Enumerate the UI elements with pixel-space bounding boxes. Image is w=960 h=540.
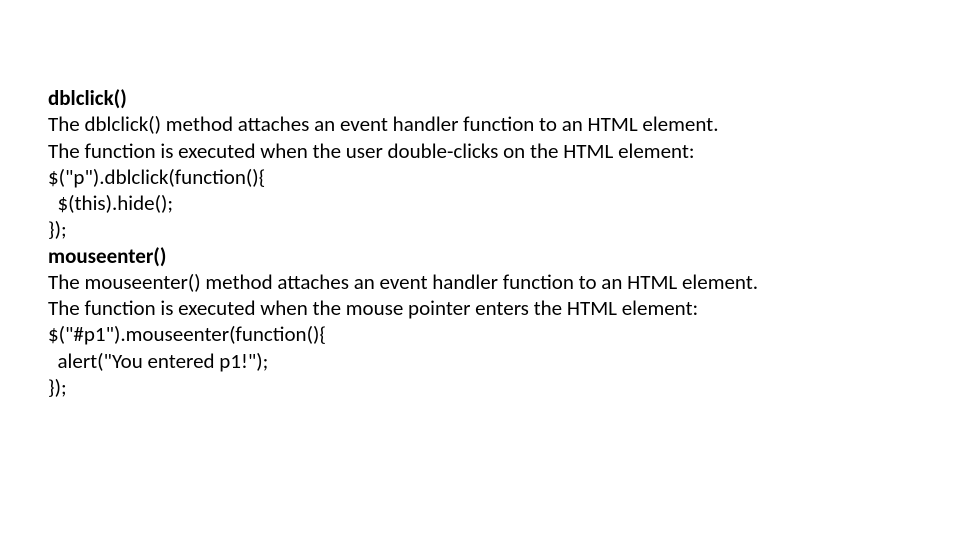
code-mouseenter-3: });	[48, 374, 912, 400]
code-dblclick-2: $(this).hide();	[48, 190, 912, 216]
text-mouseenter-desc2: The function is executed when the mouse …	[48, 295, 912, 321]
code-mouseenter-1: $("#p1").mouseenter(function(){	[48, 321, 912, 347]
slide-content: dblclick() The dblclick() method attache…	[0, 0, 960, 400]
text-dblclick-desc1: The dblclick() method attaches an event …	[48, 111, 912, 137]
text-dblclick-desc2: The function is executed when the user d…	[48, 138, 912, 164]
heading-mouseenter: mouseenter()	[48, 243, 912, 269]
code-dblclick-1: $("p").dblclick(function(){	[48, 164, 912, 190]
code-mouseenter-2: alert("You entered p1!");	[48, 348, 912, 374]
code-dblclick-3: });	[48, 216, 912, 242]
text-mouseenter-desc1: The mouseenter() method attaches an even…	[48, 269, 912, 295]
heading-dblclick: dblclick()	[48, 85, 912, 111]
